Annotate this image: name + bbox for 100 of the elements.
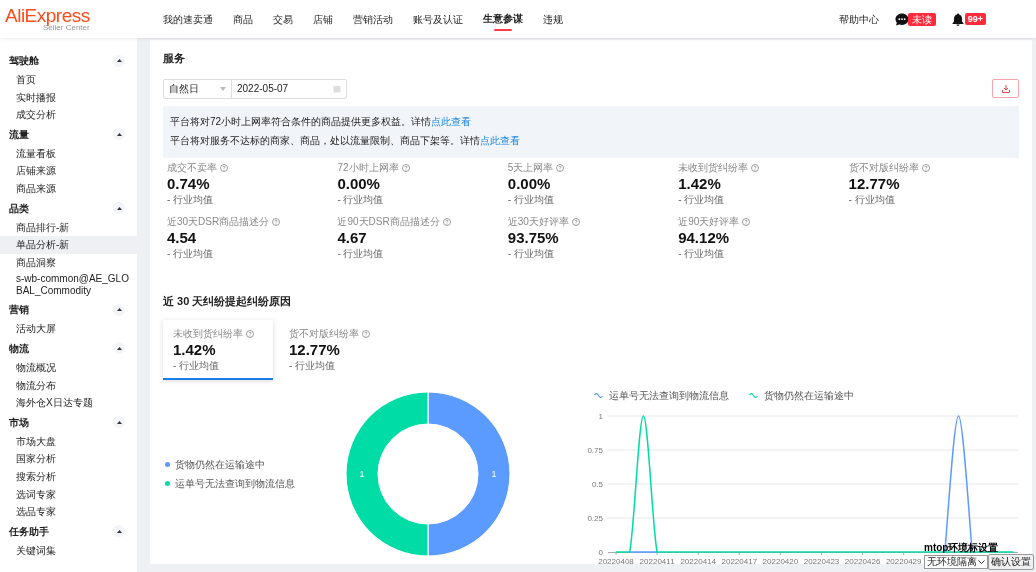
sidebar-item[interactable]: 选词专家: [0, 485, 137, 504]
detail-link[interactable]: 点此查看: [480, 134, 520, 146]
axis-label: 20220429: [885, 557, 922, 566]
sidebar-item[interactable]: 单品分析-新: [0, 236, 137, 254]
metric-label: 货不对版纠纷率: [848, 161, 919, 174]
notification-badge: 99+: [964, 13, 986, 25]
collapse-toggle[interactable]: [113, 342, 125, 355]
confirm-button[interactable]: 确认设置: [988, 554, 1034, 570]
bell-icon[interactable]: [951, 12, 964, 26]
nav-tab[interactable]: 违规: [543, 0, 563, 38]
legend-label: 运单号无法查询到物流信息: [175, 477, 295, 491]
metric-label: 成交不卖率: [167, 161, 217, 174]
axis-label: 20220417: [721, 557, 758, 566]
axis-label: 0: [598, 548, 603, 557]
sidebar-item[interactable]: 实时播报: [0, 88, 137, 107]
metric-label: 货不对版纠纷率: [289, 328, 359, 340]
help-icon: [362, 330, 370, 338]
axis-label: 0.75: [587, 446, 603, 455]
metric-tab[interactable]: 未收到货纠纷率 1.42% - 行业均值: [163, 320, 273, 380]
sidebar-group[interactable]: 驾驶舱: [9, 53, 39, 68]
sidebar-group[interactable]: 市场: [9, 414, 29, 430]
sidebar-item[interactable]: 活动大屏: [0, 320, 137, 338]
nav-tab[interactable]: 生意参谋: [483, 0, 523, 38]
nav-tab[interactable]: 我的速卖通: [163, 0, 213, 38]
help-center-link[interactable]: 帮助中心: [838, 11, 879, 27]
collapse-toggle[interactable]: [113, 128, 125, 141]
sidebar-group[interactable]: 品类: [9, 200, 29, 216]
metric-label: 未收到货纠纷率: [173, 328, 243, 340]
caret-up-icon: [116, 308, 122, 312]
caret-up-icon: [116, 529, 122, 533]
legend-label: 货物仍然在运输途中: [764, 388, 854, 403]
caret-up-icon: [116, 132, 122, 136]
metric-tab[interactable]: 货不对版纠纷率 12.77% - 行业均值: [279, 320, 389, 380]
env-select[interactable]: 无环境隔离: [924, 555, 988, 569]
axis-label: 20220426: [844, 557, 881, 566]
metric-value: 1.42%: [173, 340, 217, 360]
sidebar-group[interactable]: 营销: [9, 302, 29, 318]
collapse-toggle[interactable]: [113, 54, 125, 67]
help-icon: [442, 217, 451, 226]
sidebar-item[interactable]: 店铺来源: [0, 162, 137, 180]
help-icon: [272, 217, 281, 226]
sidebar-item[interactable]: 成交分析: [0, 106, 137, 124]
nav-tab[interactable]: 商品: [233, 0, 253, 38]
sidebar-item[interactable]: 搜索分析: [0, 467, 137, 486]
sidebar-item[interactable]: 海外仓X日达专题: [0, 394, 137, 412]
sidebar-item[interactable]: 首页: [0, 71, 137, 89]
benchmark-text: - 行业均值: [167, 247, 215, 260]
axis-label: 20220420: [762, 557, 799, 566]
metric-value: 12.77%: [289, 340, 341, 360]
axis-label: 0.5: [591, 480, 603, 489]
collapse-toggle[interactable]: [113, 202, 125, 215]
metric-value: 0.74%: [167, 173, 211, 194]
sidebar-group[interactable]: 物流: [9, 340, 29, 356]
sidebar-item[interactable]: 物流概况: [0, 358, 137, 377]
nav-tab[interactable]: 店铺: [313, 0, 333, 38]
sidebar-item[interactable]: 商品来源: [0, 179, 137, 198]
slice-label: 1: [359, 469, 365, 479]
sidebar-group[interactable]: 任务助手: [9, 523, 49, 539]
legend-label: 运单号无法查询到物流信息: [609, 388, 729, 403]
axis-label: 20220408: [598, 557, 634, 566]
help-icon: [220, 163, 228, 172]
help-icon: [742, 217, 751, 226]
metric-value: 93.75%: [507, 227, 560, 248]
sidebar-item[interactable]: 市场大盘: [0, 432, 137, 451]
metric-label: 近30天好评率: [507, 215, 569, 228]
sidebar-item[interactable]: s-wb-common@AE_GLOBAL_Commodity: [0, 271, 137, 300]
section-title: 近 30 天纠纷提起纠纷原因: [163, 293, 293, 309]
sidebar-item[interactable]: 国家分析: [0, 450, 137, 468]
detail-link[interactable]: 点此查看: [431, 115, 472, 127]
metric-value: 0.00%: [507, 173, 552, 194]
sidebar-group[interactable]: 流量: [9, 126, 29, 142]
metric-label: 未收到货纠纷率: [678, 161, 749, 174]
benchmark-text: - 行业均值: [337, 193, 385, 206]
metric-value: 0.00%: [337, 173, 381, 194]
sidebar-item[interactable]: 流量看板: [0, 144, 137, 163]
sidebar-item[interactable]: 商品洞察: [0, 253, 137, 272]
metric-label: 72小时上网率: [337, 161, 399, 174]
metric-label: 近90天DSR商品描述分: [337, 215, 440, 228]
logo-subtitle: Seller Center: [43, 24, 91, 32]
nav-tab[interactable]: 营销活动: [353, 0, 393, 38]
sidebar-item[interactable]: 关键词集: [0, 541, 137, 560]
collapse-toggle[interactable]: [113, 416, 125, 429]
axis-label: 1: [598, 412, 603, 421]
env-setting-label: mtop环境标设置: [924, 542, 999, 554]
collapse-toggle[interactable]: [113, 303, 125, 316]
chat-icon[interactable]: [894, 12, 909, 26]
metric-value: 12.77%: [848, 173, 901, 194]
caret-up-icon: [116, 346, 122, 350]
download-icon: [1001, 84, 1010, 93]
sidebar-item[interactable]: 选品专家: [0, 503, 137, 521]
axis-label: 20220411: [639, 557, 675, 566]
chevron-icon: [978, 560, 985, 564]
benchmark-text: - 行业均值: [289, 360, 337, 372]
sidebar-item[interactable]: 商品排行-新: [0, 218, 137, 237]
nav-tab[interactable]: 账号及认证: [413, 0, 463, 38]
collapse-toggle[interactable]: [113, 525, 125, 538]
download-button[interactable]: [992, 79, 1019, 98]
sidebar-item[interactable]: 物流分布: [0, 376, 137, 395]
nav-tab[interactable]: 交易: [273, 0, 293, 38]
benchmark-text: - 行业均值: [507, 247, 555, 260]
